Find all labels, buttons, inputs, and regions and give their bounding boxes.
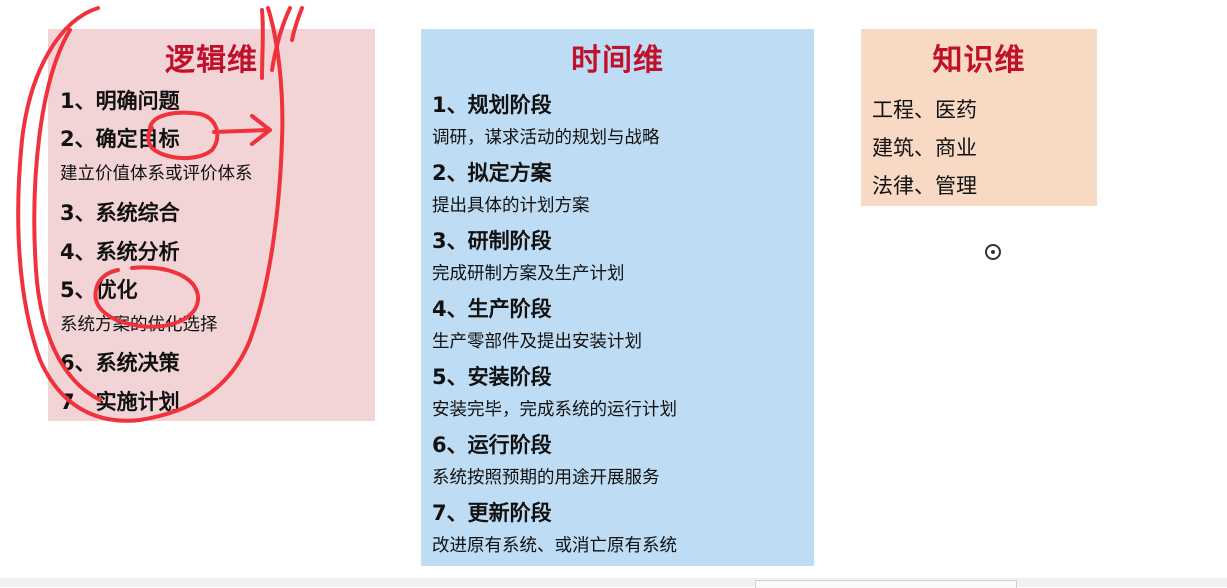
- time-item-6-desc: 系统按照预期的用途开展服务: [432, 468, 660, 488]
- time-item-5: 5、安装阶段: [432, 365, 552, 389]
- knowledge-panel-title: 知识维: [932, 43, 1026, 78]
- time-item-4-desc: 生产零部件及提出安装计划: [432, 332, 642, 352]
- time-item-5-desc: 安装完毕，完成系统的运行计划: [432, 400, 677, 420]
- time-panel-title: 时间维: [571, 43, 664, 78]
- circle-dot-icon: [985, 244, 1001, 260]
- logic-item-1: 1、明确问题: [60, 89, 180, 113]
- time-item-1: 1、规划阶段: [432, 93, 552, 117]
- time-item-3: 3、研制阶段: [432, 229, 552, 253]
- logic-item-6: 6、系统决策: [60, 351, 180, 375]
- knowledge-item-1: 工程、医药: [872, 98, 977, 122]
- time-item-7-desc: 改进原有系统、或消亡原有系统: [432, 536, 677, 556]
- bottom-bar: [0, 578, 1227, 588]
- logic-panel-title: 逻辑维: [165, 43, 258, 78]
- time-item-3-desc: 完成研制方案及生产计划: [432, 264, 625, 284]
- logic-item-5-desc: 系统方案的优化选择: [60, 315, 218, 335]
- logic-item-2-desc: 建立价值体系或评价体系: [60, 164, 253, 184]
- knowledge-item-3: 法律、管理: [872, 174, 977, 198]
- time-item-6: 6、运行阶段: [432, 433, 552, 457]
- time-item-2-desc: 提出具体的计划方案: [432, 196, 590, 216]
- time-item-1-desc: 调研，谋求活动的规划与战略: [432, 128, 660, 148]
- time-item-2: 2、拟定方案: [432, 161, 552, 185]
- logic-item-7: 7、实施计划: [60, 390, 180, 414]
- logic-item-2: 2、确定目标: [60, 127, 180, 151]
- logic-item-4: 4、系统分析: [60, 240, 180, 264]
- knowledge-item-2: 建筑、商业: [872, 136, 977, 160]
- time-item-7: 7、更新阶段: [432, 501, 552, 525]
- logic-dimension-panel: 逻辑维 1、明确问题 2、确定目标 建立价值体系或评价体系 3、系统综合 4、系…: [48, 29, 375, 421]
- time-dimension-panel: 时间维 1、规划阶段 调研，谋求活动的规划与战略 2、拟定方案 提出具体的计划方…: [421, 29, 814, 566]
- time-item-4: 4、生产阶段: [432, 297, 552, 321]
- logic-item-3: 3、系统综合: [60, 201, 180, 225]
- knowledge-dimension-panel: 知识维 工程、医药 建筑、商业 法律、管理: [861, 29, 1097, 206]
- logic-item-5: 5、优化: [60, 278, 138, 302]
